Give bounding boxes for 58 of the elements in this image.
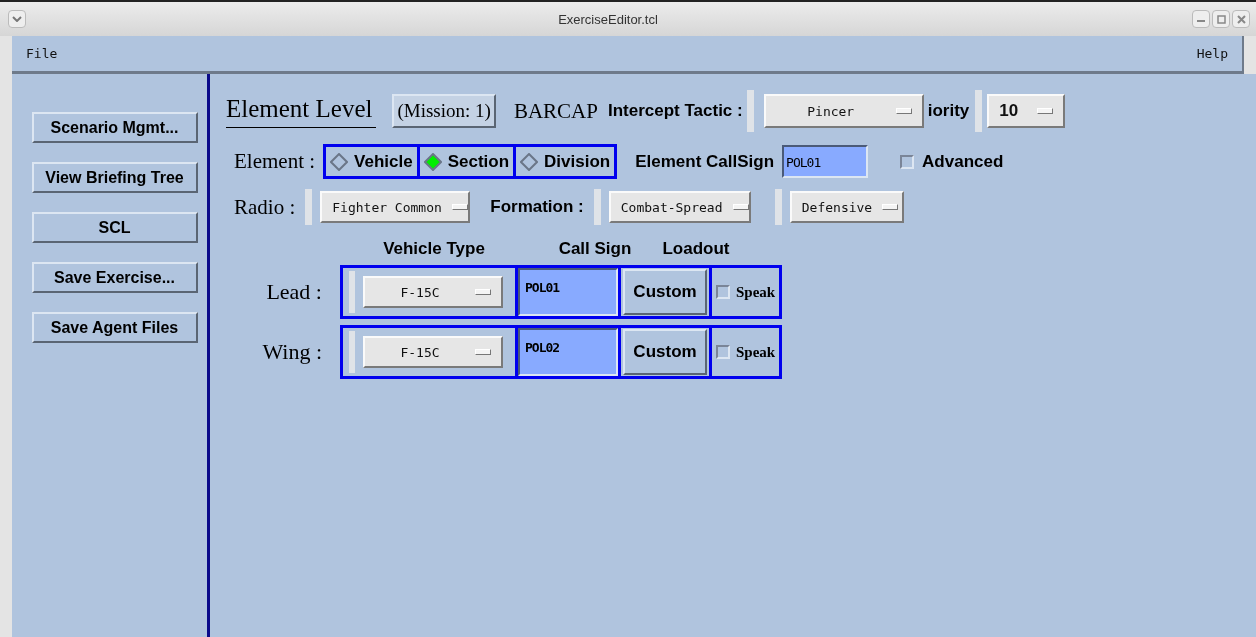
vehicle-type-dropdown[interactable]: F-15C [363,276,503,308]
intercept-tactic-label: Intercept Tactic : [607,101,743,121]
column-header: Call Sign [557,239,633,259]
checkbox-indicator[interactable] [900,154,915,169]
section-title: Element Level [226,94,377,128]
element-radio-option[interactable]: Vehicle [326,147,417,176]
dropdown-indicator-icon [732,204,749,210]
close-button[interactable] [1232,10,1250,28]
element-callsign-label: Element CallSign [635,151,775,172]
menu-item[interactable]: Help [1196,46,1228,61]
mission-button[interactable]: (Mission: 1) [392,94,496,128]
dropdown-indicator-icon [1037,108,1054,114]
dropdown-indicator-icon [475,349,491,355]
close-icon [1236,14,1246,24]
checkbox-indicator[interactable] [716,285,730,299]
callsign-field[interactable]: POL01 [518,268,618,316]
sidebar-button[interactable]: SCL [31,212,198,243]
window-menu-button[interactable] [8,10,26,28]
window-title: ExerciseEditor.tcl [557,11,659,27]
element-radio-option[interactable]: Division [516,147,615,176]
formation-dropdown[interactable]: Combat-Spread [608,191,751,223]
checkbox-indicator[interactable] [716,345,730,359]
maximize-icon [1216,14,1226,24]
loadout-button[interactable]: Custom [623,269,707,315]
advanced-checkbox[interactable]: Advanced [900,151,1004,172]
intercept-tactic-dropdown[interactable]: Pincer [763,94,924,128]
column-header: Vehicle Type [382,239,486,259]
element-radio-option[interactable]: Section [419,147,514,176]
mission-type-label: BARCAP [513,98,598,124]
radio-indicator[interactable] [423,152,442,171]
dropdown-indicator-icon [451,204,468,210]
radio-indicator[interactable] [520,152,539,171]
callsign-field[interactable]: POL02 [518,328,618,376]
formation-label: Formation : [490,197,584,217]
element-label: Element : [234,149,316,174]
dropdown-indicator-icon [475,289,491,295]
role-label: Lead : [265,279,323,305]
chevron-down-icon [12,16,22,22]
posture-dropdown[interactable]: Defensive [789,191,904,223]
sidebar-button[interactable]: Save Agent Files [31,312,198,343]
loadout-button[interactable]: Custom [623,329,707,375]
vehicle-type-dropdown[interactable]: F-15C [363,336,503,368]
minimize-button[interactable] [1192,10,1210,28]
dropdown-indicator-icon [895,108,912,114]
dropdown-indicator-icon [882,204,899,210]
radio-dropdown[interactable]: Fighter Common [320,191,471,223]
column-header: Loadout [661,239,731,259]
priority-label: iority [927,101,970,121]
sidebar-button[interactable]: Save Exercise... [31,262,198,293]
maximize-button[interactable] [1212,10,1230,28]
radio-indicator[interactable] [330,152,349,171]
sidebar-button[interactable]: Scenario Mgmt... [31,112,198,143]
sidebar-button[interactable]: View Briefing Tree [31,162,198,193]
role-label: Wing : [261,339,323,365]
priority-dropdown[interactable]: 10 [987,94,1066,128]
radio-label: Radio : [234,194,296,220]
menu-item[interactable]: File [26,46,58,61]
element-callsign-field[interactable]: POL01 [782,145,869,178]
